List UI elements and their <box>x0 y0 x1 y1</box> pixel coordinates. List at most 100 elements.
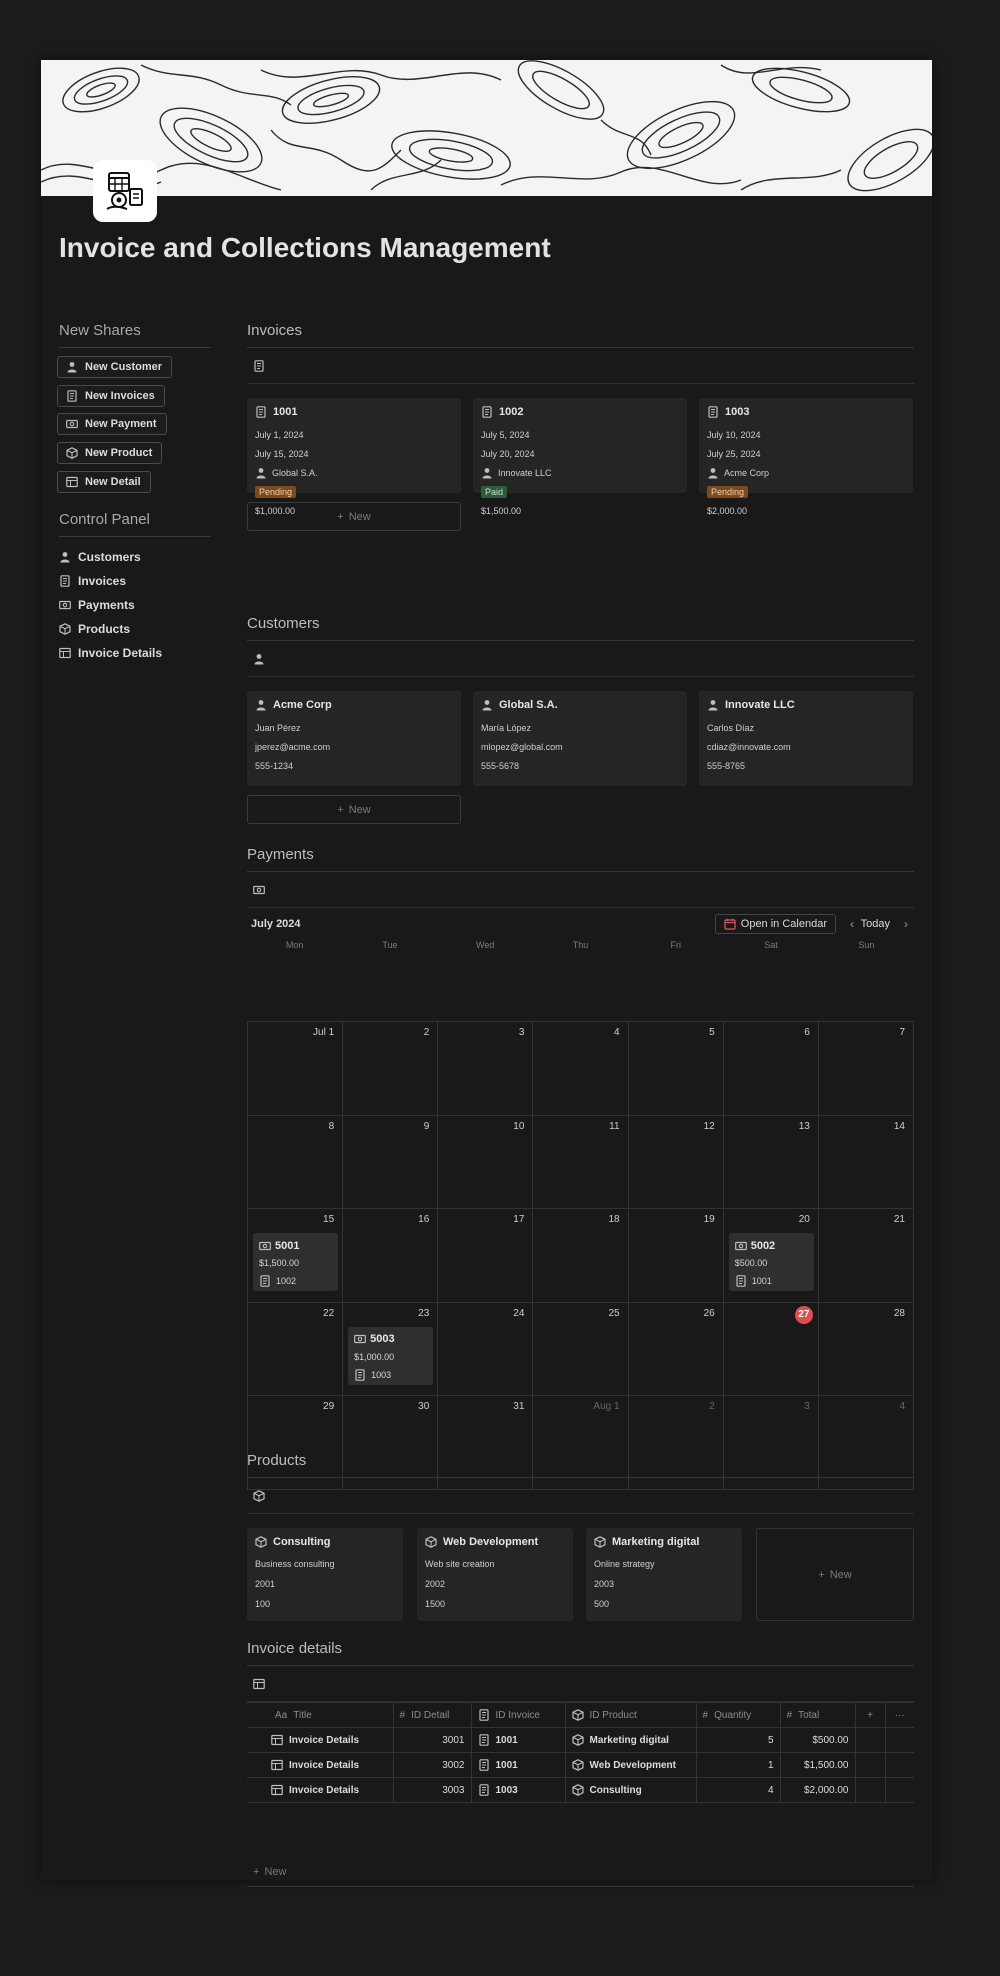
product-card[interactable]: Consulting Business consulting 2001 100 <box>247 1528 403 1621</box>
invoice-due-date: July 25, 2024 <box>707 448 761 459</box>
customer-contact: María López <box>481 722 532 733</box>
column-header-quantity[interactable]: # Quantity <box>696 1702 781 1728</box>
new-detail-button[interactable]: New Detail <box>57 471 151 493</box>
calendar-day-cell[interactable]: 20 5002 $500.00 1001 <box>723 1209 819 1303</box>
new-invoice-button[interactable]: + New <box>247 502 461 531</box>
new-row-button[interactable]: + New <box>253 1866 286 1878</box>
more-options-button[interactable]: ··· <box>885 1702 914 1728</box>
calendar-day-cell[interactable]: 28 <box>818 1302 914 1397</box>
day-number: 10 <box>513 1120 525 1132</box>
calendar-day-cell[interactable]: 5 <box>628 1022 724 1116</box>
number-icon: # <box>786 1709 793 1721</box>
calendar-day-cell[interactable]: 24 <box>438 1302 534 1397</box>
chevron-right-icon[interactable]: › <box>904 917 908 931</box>
receipt-icon <box>478 1784 490 1796</box>
customer-card[interactable]: Global S.A. María López mlopez@global.co… <box>473 691 687 786</box>
today-button[interactable]: Today <box>861 918 890 930</box>
box-icon <box>66 447 78 459</box>
day-number: 3 <box>804 1401 810 1413</box>
weekday-label: Thu <box>572 940 589 950</box>
calendar-day-cell[interactable]: 14 <box>818 1115 914 1210</box>
new-product-card-button[interactable]: + New <box>756 1528 914 1621</box>
product-description: Web site creation <box>425 1559 495 1569</box>
table-row[interactable]: Invoice Details 3003 1003 Consulting 4 $… <box>247 1777 914 1803</box>
table-row[interactable]: Invoice Details 3002 1001 Web Developmen… <box>247 1752 914 1778</box>
calendar-day-cell[interactable]: 27 <box>723 1302 819 1397</box>
calendar-day-cell[interactable]: 21 <box>818 1209 914 1303</box>
calendar-day-cell[interactable]: 12 <box>628 1115 724 1210</box>
money-icon[interactable] <box>253 884 265 896</box>
number-icon: # <box>702 1709 709 1721</box>
new-payment-button[interactable]: New Payment <box>57 413 167 435</box>
new-customer-card-button[interactable]: + New <box>247 795 461 824</box>
invoices-heading: Invoices <box>247 322 914 348</box>
sidebar-link-payments[interactable]: Payments <box>59 598 135 612</box>
add-column-button[interactable]: + <box>855 1702 886 1728</box>
calendar-day-cell[interactable]: 9 <box>343 1115 439 1210</box>
invoice-card[interactable]: 1003 July 10, 2024 July 25, 2024 Acme Co… <box>699 398 913 516</box>
invoice-card[interactable]: 1001 July 1, 2024 July 15, 2024 Global S… <box>247 398 461 516</box>
money-icon <box>354 1333 366 1345</box>
invoice-due-date: July 20, 2024 <box>481 448 535 459</box>
calendar-day-cell[interactable]: 22 <box>248 1302 344 1397</box>
customer-card[interactable]: Innovate LLC Carlos Díaz cdiaz@innovate.… <box>699 691 913 786</box>
calendar-day-cell[interactable]: 18 <box>533 1209 629 1303</box>
column-header-id-product[interactable]: ID Product <box>565 1702 697 1728</box>
sidebar-link-invoices[interactable]: Invoices <box>59 574 126 588</box>
payment-event[interactable]: 5003 $1,000.00 1003 <box>348 1326 434 1385</box>
cover-image[interactable] <box>41 60 932 196</box>
calendar-day-cell[interactable]: 17 <box>438 1209 534 1303</box>
product-price: 500 <box>594 1599 610 1609</box>
column-header-id-invoice[interactable]: ID Invoice <box>471 1702 566 1728</box>
calendar-day-cell[interactable]: 15 5001 $1,500.00 1002 <box>248 1209 344 1303</box>
status-badge: Pending <box>255 485 297 498</box>
chevron-left-icon[interactable]: ‹ <box>850 917 854 931</box>
box-icon[interactable] <box>253 1490 265 1502</box>
day-number: 31 <box>513 1401 525 1413</box>
invoice-card[interactable]: 1002 July 5, 2024 July 20, 2024 Innovate… <box>473 398 687 516</box>
new-product-button[interactable]: New Product <box>57 442 163 464</box>
product-card[interactable]: Web Development Web site creation 2002 1… <box>417 1528 573 1621</box>
page-icon[interactable] <box>93 160 157 222</box>
receipt-icon[interactable] <box>253 360 265 372</box>
calendar-day-cell[interactable]: 11 <box>533 1115 629 1210</box>
table-row[interactable]: Invoice Details 3001 1001 Marketing digi… <box>247 1727 914 1753</box>
receipt-icon <box>66 390 78 402</box>
sidebar-link-customers[interactable]: Customers <box>59 550 141 564</box>
calendar-day-cell[interactable]: 13 <box>723 1115 819 1210</box>
calendar-day-cell[interactable]: 3 <box>438 1022 534 1116</box>
sidebar-link-products[interactable]: Products <box>59 622 130 636</box>
calendar-day-cell[interactable]: 16 <box>343 1209 439 1303</box>
column-header-title[interactable]: Aa Title <box>247 1702 394 1728</box>
invoice-due-date: July 15, 2024 <box>255 448 309 459</box>
product-card[interactable]: Marketing digital Online strategy 2003 5… <box>586 1528 742 1621</box>
new-invoices-button[interactable]: New Invoices <box>57 385 165 407</box>
calendar-day-cell[interactable]: 8 <box>248 1115 344 1210</box>
payment-event[interactable]: 5001 $1,500.00 1002 <box>253 1233 338 1292</box>
calendar-day-cell[interactable]: 4 <box>533 1022 629 1116</box>
column-header-id-detail[interactable]: # ID Detail <box>393 1702 472 1728</box>
calendar-day-cell[interactable]: 6 <box>723 1022 819 1116</box>
table-icon[interactable] <box>253 1678 265 1690</box>
new-shares-heading: New Shares <box>59 322 211 348</box>
calendar-day-cell[interactable]: Jul 1 <box>248 1022 344 1116</box>
customer-phone: 555-1234 <box>255 760 294 771</box>
calendar-day-cell[interactable]: 23 5003 $1,000.00 1003 <box>343 1302 439 1397</box>
customer-card[interactable]: Acme Corp Juan Pérez jperez@acme.com 555… <box>247 691 461 786</box>
column-header-total[interactable]: # Total <box>780 1702 856 1728</box>
new-customer-button[interactable]: New Customer <box>57 356 173 378</box>
calendar-day-cell[interactable]: 26 <box>628 1302 724 1397</box>
day-number: 17 <box>513 1214 525 1226</box>
day-number: 20 <box>798 1214 810 1226</box>
open-in-calendar-button[interactable]: Open in Calendar <box>714 914 836 934</box>
calendar-day-cell[interactable]: 2 <box>343 1022 439 1116</box>
sidebar-link-invoice-details[interactable]: Invoice Details <box>59 646 162 660</box>
calendar-day-cell[interactable]: 10 <box>438 1115 534 1210</box>
day-number: Jul 1 <box>313 1027 335 1038</box>
payment-invoice: 1002 <box>259 1272 332 1290</box>
calendar-day-cell[interactable]: 25 <box>533 1302 629 1397</box>
person-icon[interactable] <box>253 653 265 665</box>
calendar-day-cell[interactable]: 19 <box>628 1209 724 1303</box>
calendar-day-cell[interactable]: 7 <box>818 1022 914 1116</box>
payment-event[interactable]: 5002 $500.00 1001 <box>728 1233 814 1292</box>
